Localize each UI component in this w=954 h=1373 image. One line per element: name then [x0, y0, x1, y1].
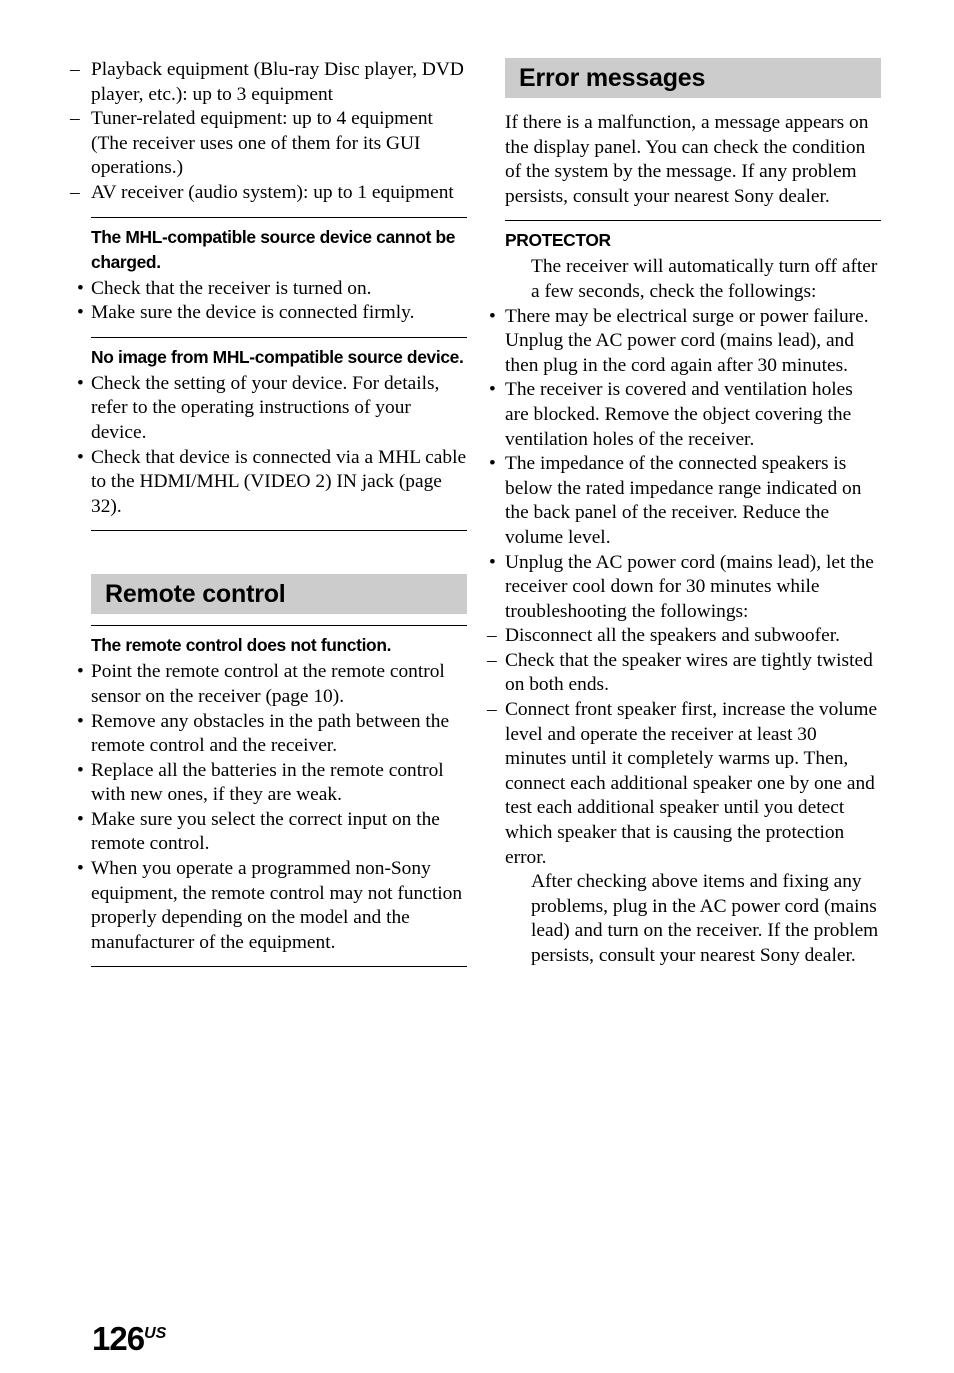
section-title: Error messages — [519, 63, 706, 92]
topic-divider — [91, 216, 467, 218]
section-heading-remote-control: Remote control — [91, 574, 467, 615]
topic-divider — [91, 336, 467, 338]
manual-page: Playback equipment (Blu-ray Disc player,… — [0, 0, 954, 1373]
page-number: 126US — [92, 1322, 166, 1355]
section-heading-error-messages: Error messages — [505, 58, 881, 98]
topic-divider — [91, 530, 467, 532]
list-item: The receiver is covered and ventilation … — [489, 378, 881, 452]
topic-heading-mhl-no-image: No image from MHL-compatible source devi… — [91, 346, 464, 367]
protector-outro: After checking above items and fixing an… — [531, 871, 879, 966]
error-entry-heading-protector: PROTECTOR — [505, 230, 611, 251]
list-item: Make sure the device is connected firmly… — [77, 301, 467, 326]
list-item: AV receiver (audio system): up to 1 equi… — [70, 181, 467, 206]
list-item: The impedance of the connected speakers … — [489, 452, 881, 550]
list-item: Check that the speaker wires are tightly… — [487, 649, 881, 698]
entry-divider — [505, 220, 881, 222]
topic-bullets-mhl-no-image: Check the setting of your device. For de… — [77, 372, 467, 520]
topic-divider — [91, 966, 467, 968]
list-item: Point the remote control at the remote c… — [77, 660, 467, 709]
topic-bullets-mhl-charge: Check that the receiver is turned on. Ma… — [77, 277, 467, 326]
list-item: Make sure you select the correct input o… — [77, 808, 467, 857]
error-messages-intro: If there is a malfunction, a message app… — [505, 112, 869, 207]
topic-heading-remote-no-function: The remote control does not function. — [91, 635, 392, 656]
list-item: Check the setting of your device. For de… — [77, 372, 467, 446]
right-column: Error messages If there is a malfunction… — [487, 58, 881, 969]
section-title: Remote control — [105, 580, 286, 609]
topic-divider — [91, 625, 467, 627]
list-item: Unplug the AC power cord (mains lead), l… — [487, 551, 881, 871]
left-column: Playback equipment (Blu-ray Disc player,… — [70, 58, 467, 974]
topic-bullets-remote-no-function: Point the remote control at the remote c… — [77, 660, 467, 955]
list-item: Disconnect all the speakers and subwoofe… — [487, 624, 881, 649]
protector-intro: The receiver will automatically turn off… — [531, 256, 878, 302]
list-item: Connect front speaker first, increase th… — [487, 698, 881, 870]
topic-heading-mhl-charge: The MHL-compatible source device cannot … — [91, 226, 456, 272]
list-item: When you operate a programmed non-Sony e… — [77, 857, 467, 955]
continued-dash-list: Playback equipment (Blu-ray Disc player,… — [70, 58, 467, 206]
protector-bullets: There may be electrical surge or power f… — [487, 305, 881, 871]
list-item: Remove any obstacles in the path between… — [77, 710, 467, 759]
list-item: Playback equipment (Blu-ray Disc player,… — [70, 58, 467, 107]
list-item: Check that the receiver is turned on. — [77, 277, 467, 302]
list-item: Check that device is connected via a MHL… — [77, 446, 467, 520]
protector-sub-dashes: Disconnect all the speakers and subwoofe… — [487, 624, 881, 870]
list-item: There may be electrical surge or power f… — [489, 305, 881, 379]
list-item: Replace all the batteries in the remote … — [77, 759, 467, 808]
page-number-region: US — [144, 1325, 167, 1342]
list-item: Tuner-related equipment: up to 4 equipme… — [70, 107, 467, 181]
list-item-text: Unplug the AC power cord (mains lead), l… — [505, 551, 874, 622]
page-number-value: 126 — [92, 1320, 145, 1357]
